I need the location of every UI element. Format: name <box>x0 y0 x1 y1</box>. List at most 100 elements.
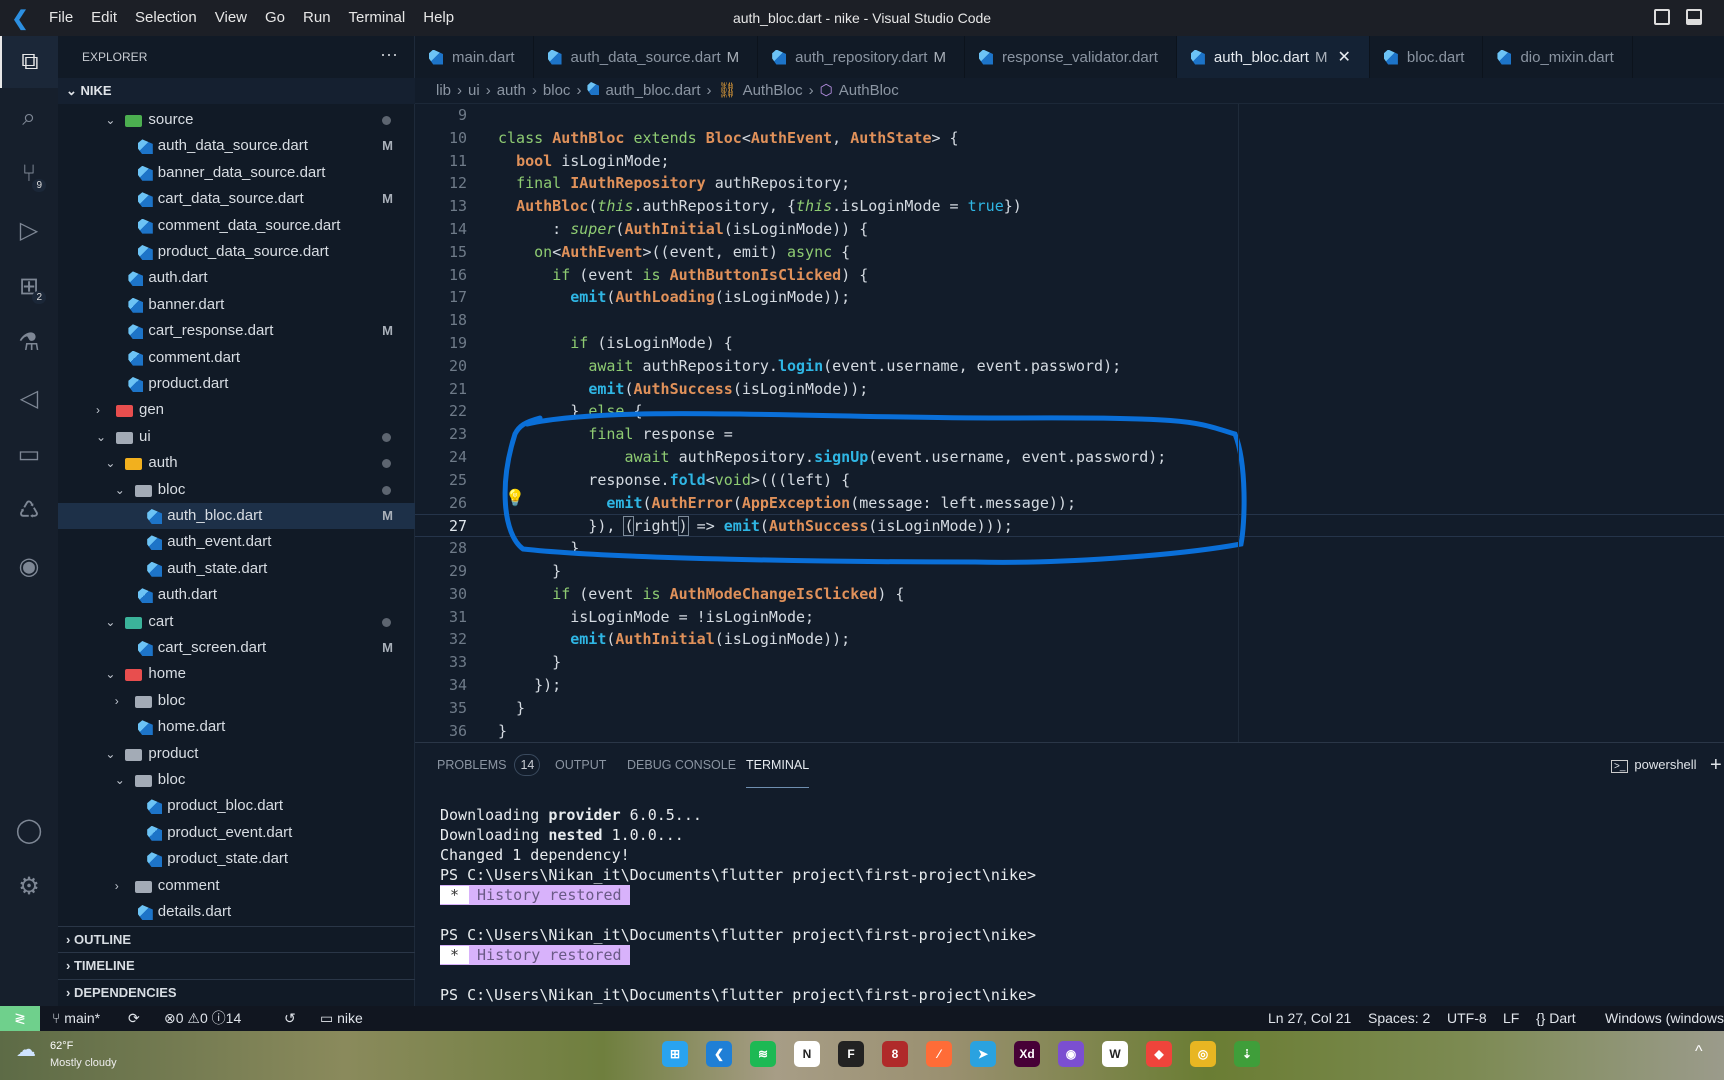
telegram-icon[interactable]: ➤ <box>970 1041 996 1067</box>
breadcrumb-item[interactable]: lib <box>436 82 451 99</box>
toggle-panel-icon[interactable] <box>1686 9 1702 25</box>
breadcrumb-item[interactable]: bloc <box>543 82 571 99</box>
panel-tab-terminal[interactable]: TERMINAL <box>746 743 810 788</box>
history-icon[interactable]: ↺ <box>284 1006 296 1031</box>
activity-flutter[interactable]: ◁ <box>0 372 58 424</box>
encoding[interactable]: UTF-8 <box>1447 1006 1487 1031</box>
activity-account[interactable]: ◯ <box>0 804 58 856</box>
tab-main-dart[interactable]: main.dart <box>415 36 534 78</box>
notion-icon[interactable]: N <box>794 1041 820 1067</box>
activity-testing[interactable]: ⚗ <box>0 316 58 368</box>
workspace-root[interactable]: ⌄ NIKE <box>58 78 415 104</box>
tree-file[interactable]: product_event.dart <box>58 820 415 846</box>
tree-folder[interactable]: ⌄ home <box>58 661 415 687</box>
tree-folder[interactable]: › comment <box>58 873 415 899</box>
code-editor[interactable]: 9 10 class AuthBloc extends Bloc<AuthEvent… <box>415 104 1724 742</box>
menu-selection[interactable]: Selection <box>126 0 206 36</box>
activity-github[interactable]: ◉ <box>0 540 58 592</box>
panel-tab-debug-console[interactable]: DEBUG CONSOLE <box>627 743 736 787</box>
chrome-icon[interactable]: ◎ <box>1190 1041 1216 1067</box>
activity-explorer[interactable]: ⧉ <box>0 36 58 88</box>
postman-icon[interactable]: ⁄ <box>926 1041 952 1067</box>
figma-icon[interactable]: F <box>838 1041 864 1067</box>
tab-response-validator-dart[interactable]: response_validator.dart <box>965 36 1177 78</box>
anydesk-icon[interactable]: ◆ <box>1146 1041 1172 1067</box>
section-outline[interactable]: › OUTLINE <box>58 926 415 951</box>
tree-folder[interactable]: › gen <box>58 397 415 423</box>
tree-file[interactable]: auth_event.dart <box>58 529 415 555</box>
more-actions-icon[interactable]: ··· <box>380 36 398 72</box>
section-dependencies[interactable]: › DEPENDENCIES <box>58 978 415 1004</box>
download-manager-icon[interactable]: ⇣ <box>1234 1041 1260 1067</box>
menu-file[interactable]: File <box>40 0 82 36</box>
tree-file[interactable]: cart_screen.dart M <box>58 635 415 661</box>
activity-folder[interactable]: ▭ <box>0 428 58 480</box>
toggle-sidebar-icon[interactable] <box>1654 9 1670 25</box>
tree-file[interactable]: comment.dart <box>58 345 415 371</box>
tree-folder[interactable]: ⌄ bloc <box>58 477 415 503</box>
tree-file[interactable]: cart_data_source.dart M <box>58 186 415 212</box>
tab-dio-mixin-dart[interactable]: dio_mixin.dart <box>1483 36 1633 78</box>
activity-extensions[interactable]: ⊞ 2 <box>0 260 58 312</box>
menu-help[interactable]: Help <box>414 0 463 36</box>
tree-folder[interactable]: ⌄ source <box>58 107 415 133</box>
tree-folder[interactable]: ⌄ bloc <box>58 767 415 793</box>
breadcrumb-item[interactable]: ui <box>468 82 480 99</box>
windows-start-icon[interactable]: ⊞ <box>662 1041 688 1067</box>
tree-file[interactable]: banner.dart <box>58 292 415 318</box>
tree-folder[interactable]: ⌄ cart <box>58 609 415 635</box>
tree-folder[interactable]: ⌄ product <box>58 741 415 767</box>
breadcrumb-item[interactable]: auth_bloc.dart <box>605 82 700 99</box>
breadcrumb-item[interactable]: AuthBloc <box>839 82 899 99</box>
section-timeline[interactable]: › TIMELINE <box>58 952 415 977</box>
tree-file[interactable]: auth_state.dart <box>58 556 415 582</box>
app-8-icon[interactable]: 8 <box>882 1041 908 1067</box>
tab-auth-data-source-dart[interactable]: auth_data_source.dart M <box>534 36 759 78</box>
tab-auth-bloc-dart[interactable]: auth_bloc.dart M ✕ <box>1176 36 1370 78</box>
language-mode[interactable]: {} Dart <box>1536 1006 1576 1031</box>
indentation[interactable]: Spaces: 2 <box>1368 1006 1430 1031</box>
app-w-icon[interactable]: W <box>1102 1041 1128 1067</box>
tree-file[interactable]: home.dart <box>58 714 415 740</box>
tree-file[interactable]: details.dart <box>58 899 415 925</box>
tree-folder[interactable]: ⌄ auth <box>58 450 415 476</box>
tree-file[interactable]: auth.dart <box>58 582 415 608</box>
platform[interactable]: Windows (windows <box>1605 1006 1724 1031</box>
activity-remote-explorer[interactable]: ♺ <box>0 484 58 536</box>
weather-desc[interactable]: Mostly cloudy <box>50 1057 117 1069</box>
new-terminal-button[interactable]: + <box>1710 743 1722 787</box>
tab-bloc-dart[interactable]: bloc.dart <box>1370 36 1484 78</box>
tree-file[interactable]: product.dart <box>58 371 415 397</box>
panel-tab-output[interactable]: OUTPUT <box>555 743 606 787</box>
tree-file[interactable]: banner_data_source.dart <box>58 160 415 186</box>
activity-run-debug[interactable]: ▷ <box>0 204 58 256</box>
sync-icon[interactable]: ⟳ <box>128 1006 140 1031</box>
cursor-position[interactable]: Ln 27, Col 21 <box>1268 1006 1351 1031</box>
menu-view[interactable]: View <box>206 0 256 36</box>
tab-auth-repository-dart[interactable]: auth_repository.dart M <box>758 36 965 78</box>
tray-overflow-icon[interactable]: ^ <box>1695 1043 1703 1061</box>
tree-file[interactable]: comment_data_source.dart <box>58 213 415 239</box>
tree-file[interactable]: cart_response.dart M <box>58 318 415 344</box>
tree-file[interactable]: auth_bloc.dart M <box>58 503 415 529</box>
tree-file[interactable]: product_bloc.dart <box>58 793 415 819</box>
menu-edit[interactable]: Edit <box>82 0 126 36</box>
tree-folder[interactable]: › bloc <box>58 688 415 714</box>
menu-go[interactable]: Go <box>256 0 294 36</box>
weather-temp[interactable]: 62°F <box>50 1040 73 1052</box>
terminal-shell-selector[interactable]: >_ powershell <box>1611 743 1697 789</box>
activity-search[interactable]: ⌕ <box>0 92 58 144</box>
tree-file[interactable]: auth_data_source.dart M <box>58 133 415 159</box>
git-branch[interactable]: ⑂ main* <box>52 1006 100 1031</box>
menu-run[interactable]: Run <box>294 0 340 36</box>
tree-file[interactable]: auth.dart <box>58 265 415 291</box>
vscode-icon[interactable]: ❮ <box>706 1041 732 1067</box>
line-ending[interactable]: LF <box>1503 1006 1519 1031</box>
close-tab-icon[interactable]: ✕ <box>1337 47 1350 67</box>
activity-settings[interactable]: ⚙ <box>0 860 58 912</box>
adobe-xd-icon[interactable]: Xd <box>1014 1041 1040 1067</box>
activity-source-control[interactable]: ⑂ 9 <box>0 148 58 200</box>
github-desktop-icon[interactable]: ◉ <box>1058 1041 1084 1067</box>
breadcrumb-item[interactable]: AuthBloc <box>743 82 803 99</box>
spotify-icon[interactable]: ≋ <box>750 1041 776 1067</box>
